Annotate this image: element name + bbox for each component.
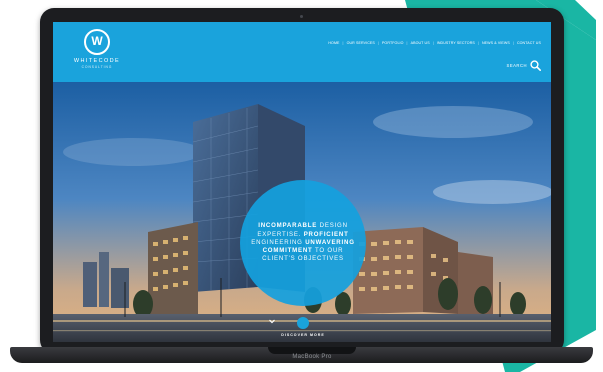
hero-banner: INCOMPARABLE DESIGN EXPERTISE. PROFICIEN…: [53, 82, 551, 342]
hero-word-engineering: ENGINEERING: [251, 238, 303, 246]
hero-word-objectives: CLIENT'S OBJECTIVES: [262, 255, 344, 263]
magnifier-icon: [530, 60, 541, 71]
main-nav: HOME | OUR SERVICES | PORTFOLIO | ABOUT US |…: [328, 41, 541, 45]
hero-word-expertise: EXPERTISE.: [257, 230, 302, 238]
nav-separator: |: [432, 41, 434, 45]
camera-dot: [300, 15, 303, 18]
nav-item-about-us[interactable]: ABOUT US: [411, 41, 430, 45]
hero-word-commitment: COMMITMENT: [262, 247, 313, 255]
discover-more-button[interactable]: DISCOVER MORE: [268, 317, 338, 337]
chevron-down-circle-icon: [269, 317, 309, 329]
hero-word-design: DESIGN: [319, 222, 348, 230]
laptop-base: MacBook Pro: [10, 347, 593, 363]
laptop-brand: MacBook Pro: [292, 354, 332, 360]
nav-item-portfolio[interactable]: PORTFOLIO: [382, 41, 404, 45]
laptop-screen: W WHITECODE CONSULTING HOME | OUR SERVICE…: [53, 22, 551, 342]
search-label: SEARCH: [506, 63, 527, 68]
nav-separator: |: [477, 41, 479, 45]
hero-word-unwavering: UNWAVERING: [305, 238, 355, 246]
nav-item-our-services[interactable]: OUR SERVICES: [347, 41, 375, 45]
site-header: W WHITECODE CONSULTING HOME | OUR SERVICE…: [53, 22, 551, 82]
nav-item-news-views[interactable]: NEWS & VIEWS: [482, 41, 510, 45]
discover-more-label: DISCOVER MORE: [281, 333, 325, 337]
hero-word-to-our: TO OUR: [314, 247, 344, 255]
hero-word-incomparable: INCOMPARABLE: [258, 222, 318, 230]
laptop-base-notch: [268, 347, 356, 354]
nav-separator: |: [342, 41, 344, 45]
site-logo[interactable]: W WHITECODE CONSULTING: [71, 29, 123, 69]
nav-item-home[interactable]: HOME: [328, 41, 339, 45]
logo-subtitle: CONSULTING: [81, 65, 113, 69]
hero-word-proficient: PROFICIENT: [303, 230, 349, 238]
nav-separator: |: [406, 41, 408, 45]
nav-item-contact-us[interactable]: CONTACT US: [517, 41, 541, 45]
nav-item-industry-sectors[interactable]: INDUSTRY SECTORS: [437, 41, 475, 45]
nav-separator: |: [512, 41, 514, 45]
search-button[interactable]: SEARCH: [507, 60, 541, 71]
hero-tagline: INCOMPARABLE DESIGN EXPERTISE. PROFICIEN…: [249, 222, 357, 263]
logo-name: WHITECODE: [73, 58, 121, 64]
w-circle-logo-icon: W: [84, 29, 110, 55]
nav-separator: |: [377, 41, 379, 45]
logo-initial: W: [91, 34, 103, 48]
hero-tagline-circle: INCOMPARABLE DESIGN EXPERTISE. PROFICIEN…: [240, 180, 366, 306]
